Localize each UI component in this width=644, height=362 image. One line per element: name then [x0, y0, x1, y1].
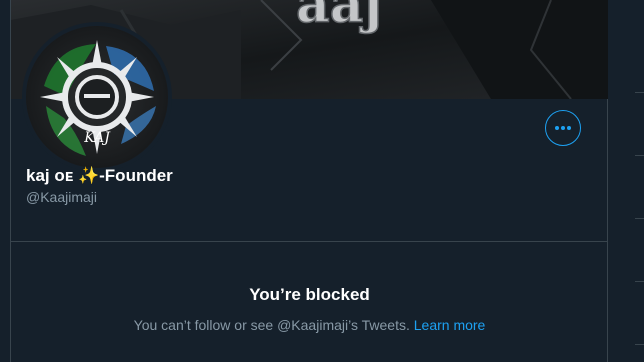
sidebar-divider — [635, 218, 644, 219]
user-handle: @Kaajimaji — [26, 189, 98, 205]
profile-avatar[interactable]: KAJ — [22, 22, 172, 172]
left-gutter — [0, 0, 10, 362]
blocked-title: You’re blocked — [249, 285, 370, 304]
avatar-label: KAJ — [83, 130, 111, 146]
sidebar-divider — [635, 92, 644, 93]
sidebar-divider — [635, 281, 644, 282]
learn-more-link[interactable]: Learn more — [414, 317, 486, 333]
blocked-message-text: You can’t follow or see @Kaajimaji’s Twe… — [133, 317, 410, 333]
blocked-message: You can’t follow or see @Kaajimaji’s Twe… — [11, 317, 608, 333]
more-options-button[interactable] — [545, 110, 581, 146]
display-name: kaj ᴏᴇ ✨-Founder — [26, 166, 173, 185]
more-horizontal-icon — [555, 126, 571, 130]
profile-column: aaj KAJ kaj ᴏᴇ ✨-Founder @Kaajimaji You’… — [10, 0, 608, 362]
sidebar-divider — [635, 155, 644, 156]
banner-text: aaj — [296, 0, 382, 35]
right-sidebar-edge — [609, 0, 644, 362]
sidebar-divider — [635, 344, 644, 345]
section-divider — [11, 241, 608, 242]
avatar-logo: KAJ — [26, 26, 168, 168]
app-window: aaj KAJ kaj ᴏᴇ ✨-Founder @Kaajimaji You’… — [0, 0, 644, 362]
